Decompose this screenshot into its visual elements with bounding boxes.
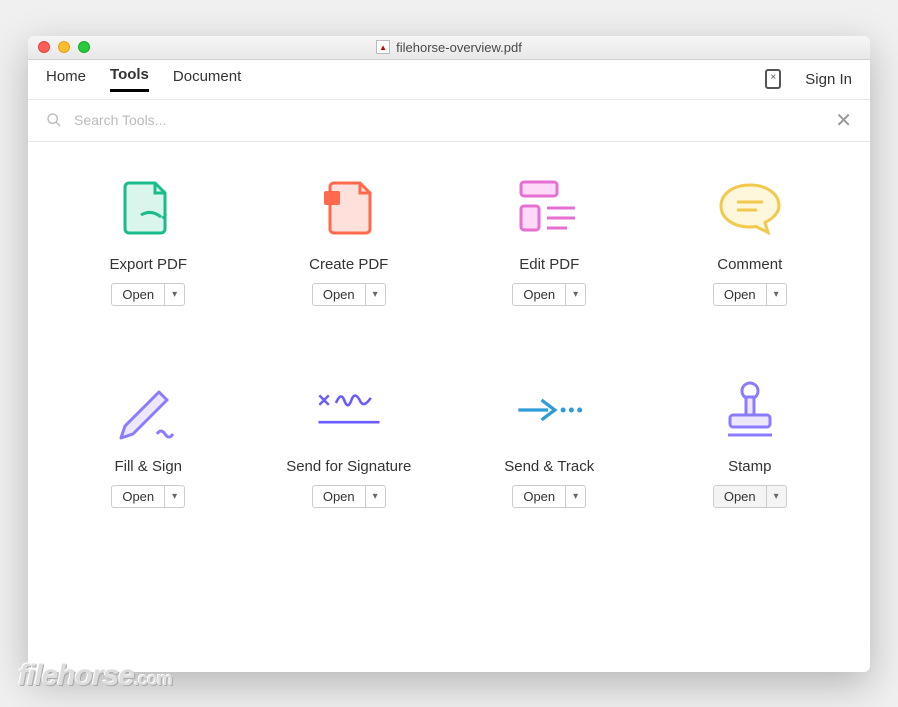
pdf-file-icon: ▲ [376, 40, 390, 54]
chevron-down-icon[interactable]: ▾ [165, 284, 184, 305]
chevron-down-icon[interactable]: ▾ [767, 284, 786, 305]
close-icon[interactable]: ✕ [835, 108, 852, 133]
watermark-suffix: .com [134, 669, 172, 689]
open-split-button[interactable]: Open ▾ [111, 283, 185, 306]
tool-comment[interactable]: Comment Open ▾ [650, 174, 851, 306]
watermark-text: filehorse [18, 659, 134, 692]
open-button[interactable]: Open [513, 284, 566, 305]
chevron-down-icon[interactable]: ▾ [767, 486, 786, 507]
chevron-down-icon[interactable]: ▾ [366, 486, 385, 507]
chevron-down-icon[interactable]: ▾ [566, 284, 585, 305]
open-split-button[interactable]: Open ▾ [713, 485, 787, 508]
tool-label: Send & Track [504, 458, 594, 475]
tab-tools[interactable]: Tools [110, 66, 149, 92]
window-title: ▲ filehorse-overview.pdf [28, 40, 870, 55]
tool-send-signature[interactable]: ✕ Send for Signature Open ▾ [249, 376, 450, 508]
window-controls [38, 41, 90, 53]
top-nav: Home Tools Document Sign In [28, 60, 870, 100]
tool-label: Edit PDF [519, 256, 579, 273]
open-split-button[interactable]: Open ▾ [713, 283, 787, 306]
tool-label: Send for Signature [286, 458, 411, 475]
tool-edit-pdf[interactable]: Edit PDF Open ▾ [449, 174, 650, 306]
open-button[interactable]: Open [313, 284, 366, 305]
tool-export-pdf[interactable]: Export PDF Open ▾ [48, 174, 249, 306]
tool-label: Export PDF [109, 256, 187, 273]
watermark: filehorse.com [18, 659, 172, 693]
chevron-down-icon[interactable]: ▾ [165, 486, 184, 507]
zoom-window-icon[interactable] [78, 41, 90, 53]
fill-sign-icon [114, 376, 182, 444]
search-icon [46, 112, 62, 128]
open-split-button[interactable]: Open ▾ [312, 283, 386, 306]
tool-create-pdf[interactable]: Create PDF Open ▾ [249, 174, 450, 306]
open-button[interactable]: Open [313, 486, 366, 507]
tool-label: Create PDF [309, 256, 388, 273]
app-window: ▲ filehorse-overview.pdf Home Tools Docu… [28, 36, 870, 672]
titlebar: ▲ filehorse-overview.pdf [28, 36, 870, 60]
mobile-device-icon[interactable] [765, 69, 781, 89]
tool-label: Fill & Sign [114, 458, 182, 475]
search-input[interactable] [74, 112, 823, 128]
open-button[interactable]: Open [112, 486, 165, 507]
tool-stamp[interactable]: Stamp Open ▾ [650, 376, 851, 508]
chevron-down-icon[interactable]: ▾ [366, 284, 385, 305]
stamp-icon [716, 376, 784, 444]
open-button[interactable]: Open [714, 284, 767, 305]
tools-scroll-area[interactable]: Export PDF Open ▾ Create PDF Open [28, 142, 870, 672]
svg-text:✕: ✕ [316, 390, 331, 410]
tool-fill-sign[interactable]: Fill & Sign Open ▾ [48, 376, 249, 508]
comment-icon [716, 174, 784, 242]
open-button[interactable]: Open [513, 486, 566, 507]
open-split-button[interactable]: Open ▾ [312, 485, 386, 508]
tab-home[interactable]: Home [46, 68, 86, 91]
minimize-window-icon[interactable] [58, 41, 70, 53]
close-window-icon[interactable] [38, 41, 50, 53]
tools-grid: Export PDF Open ▾ Create PDF Open [28, 142, 870, 540]
tool-label: Comment [717, 256, 782, 273]
chevron-down-icon[interactable]: ▾ [566, 486, 585, 507]
open-split-button[interactable]: Open ▾ [111, 485, 185, 508]
send-signature-icon: ✕ [315, 376, 383, 444]
edit-pdf-icon [515, 174, 583, 242]
send-track-icon [515, 376, 583, 444]
open-button[interactable]: Open [714, 486, 767, 507]
tab-document[interactable]: Document [173, 68, 241, 91]
window-title-text: filehorse-overview.pdf [396, 40, 522, 55]
tool-label: Stamp [728, 458, 771, 475]
export-pdf-icon [114, 174, 182, 242]
open-button[interactable]: Open [112, 284, 165, 305]
search-bar: ✕ [28, 100, 870, 142]
open-split-button[interactable]: Open ▾ [512, 485, 586, 508]
create-pdf-icon [315, 174, 383, 242]
sign-in-link[interactable]: Sign In [805, 71, 852, 88]
tool-send-track[interactable]: Send & Track Open ▾ [449, 376, 650, 508]
open-split-button[interactable]: Open ▾ [512, 283, 586, 306]
